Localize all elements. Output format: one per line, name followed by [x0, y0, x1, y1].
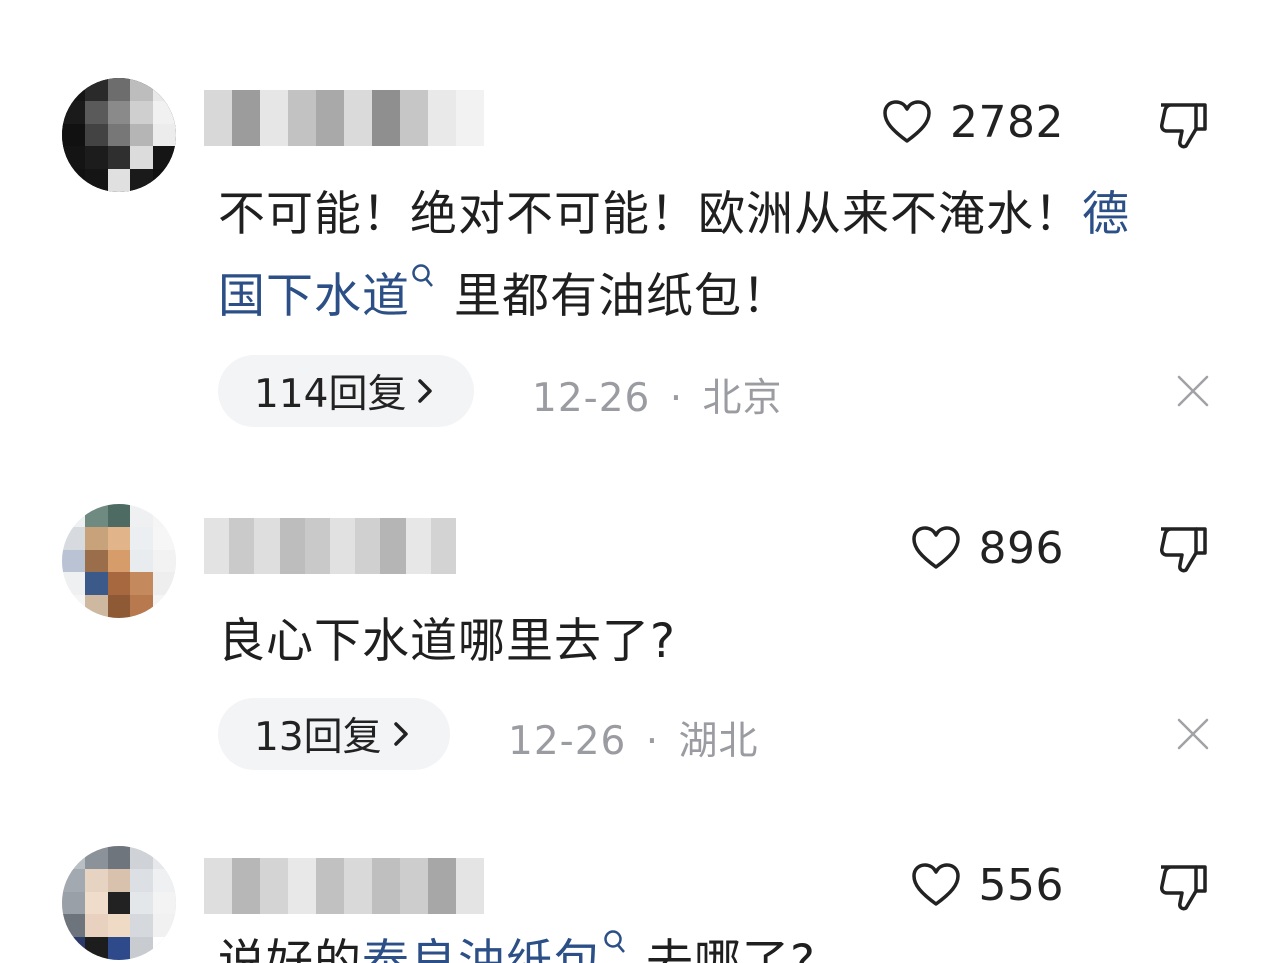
- replies-button[interactable]: 114回复: [218, 355, 475, 427]
- comment-text: 良心下水道哪里去了?: [218, 614, 676, 669]
- meta-separator: ·: [645, 719, 660, 764]
- close-icon[interactable]: [1176, 374, 1210, 408]
- avatar[interactable]: [62, 78, 176, 192]
- comment-text-part: 去哪了?: [646, 935, 816, 963]
- username-blurred[interactable]: [204, 90, 484, 146]
- thumbs-down-icon[interactable]: [1156, 522, 1210, 576]
- like-button[interactable]: 896: [911, 518, 1064, 578]
- avatar[interactable]: [62, 846, 176, 960]
- like-button[interactable]: 556: [911, 855, 1064, 915]
- comment-meta: 12-26 · 湖北: [508, 710, 759, 766]
- username-blurred[interactable]: [204, 858, 484, 914]
- like-count: 896: [978, 522, 1064, 574]
- heart-outline-icon: [883, 100, 931, 143]
- chevron-right-icon: [393, 722, 408, 746]
- avatar[interactable]: [62, 504, 176, 618]
- comment-text-part: 说好的: [218, 935, 362, 963]
- heart-outline-icon: [911, 526, 960, 569]
- like-count: 556: [978, 859, 1064, 911]
- comment-text: 不可能！绝对不可能！欧洲从来不淹水！德国下水道 里都有油纸包！: [218, 174, 1148, 338]
- replies-button[interactable]: 13回复: [218, 698, 450, 770]
- heart-outline-icon: [911, 863, 960, 906]
- search-icon: [604, 930, 625, 953]
- thumbs-down-icon[interactable]: [1156, 860, 1210, 914]
- chevron-right-icon: [418, 379, 433, 403]
- search-icon: [412, 264, 433, 287]
- like-button[interactable]: 2782: [882, 92, 1064, 152]
- reply-count-label: 114回复: [254, 372, 407, 417]
- comment-text-part: 不可能！绝对不可能！欧洲从来不淹水！: [218, 187, 1082, 242]
- comment-date: 12-26: [532, 376, 651, 421]
- close-icon[interactable]: [1176, 717, 1210, 751]
- meta-separator: ·: [669, 376, 684, 421]
- comment-date: 12-26: [508, 719, 627, 764]
- search-link[interactable]: 泰良油纸包: [362, 935, 602, 963]
- comment-location: 湖北: [678, 719, 759, 764]
- like-count: 2782: [950, 96, 1064, 148]
- reply-count-label: 13回复: [254, 715, 382, 760]
- comment-text-part: 里都有油纸包！: [454, 269, 790, 324]
- thumbs-down-icon[interactable]: [1156, 98, 1210, 152]
- username-blurred[interactable]: [204, 518, 456, 574]
- comment-text: 说好的泰良油纸包 去哪了?: [218, 922, 1148, 963]
- comment-location: 北京: [702, 376, 783, 421]
- comment-meta: 12-26 · 北京: [532, 367, 783, 423]
